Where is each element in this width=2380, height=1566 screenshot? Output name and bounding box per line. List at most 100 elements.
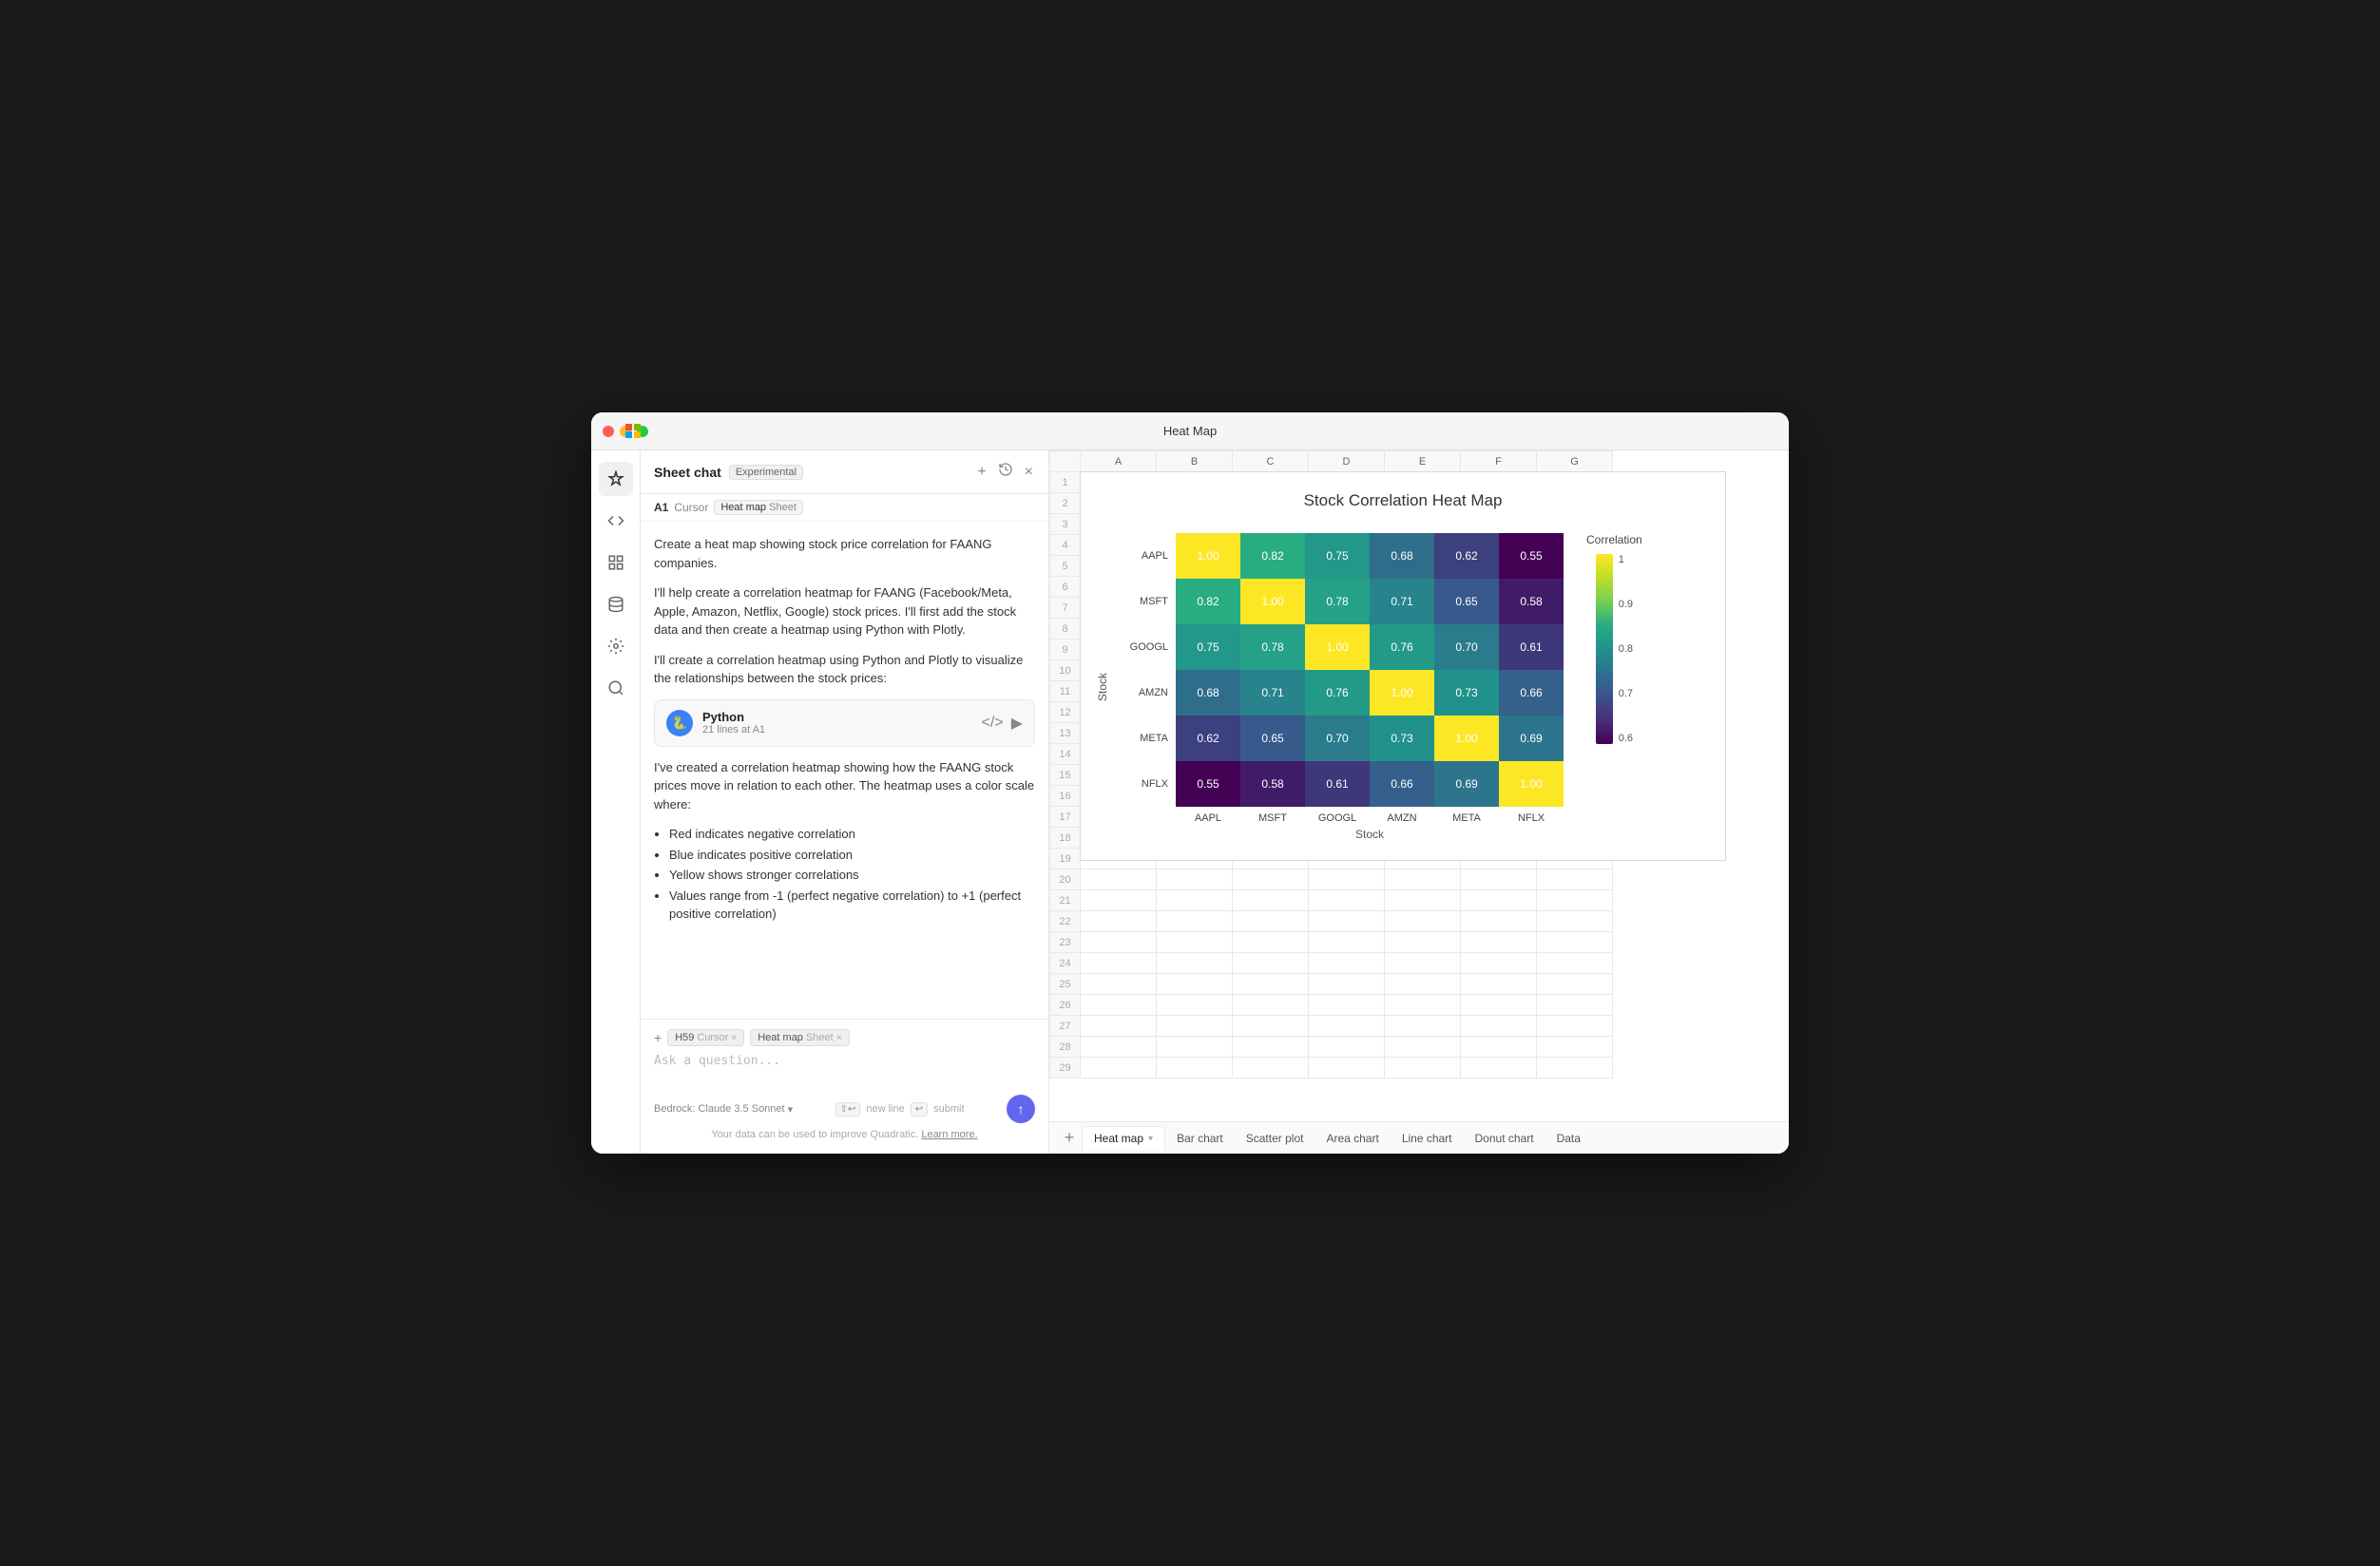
cell-E20[interactable] [1385,869,1461,890]
cell-F26[interactable] [1461,995,1537,1016]
cell-E24[interactable] [1385,953,1461,974]
sheet-tab-area-chart[interactable]: Area chart [1315,1126,1390,1151]
sheet-tab-line-chart[interactable]: Line chart [1391,1126,1464,1151]
cell-C22[interactable] [1233,911,1309,932]
cell-B28[interactable] [1157,1037,1233,1058]
cell-C24[interactable] [1233,953,1309,974]
cell-C23[interactable] [1233,932,1309,953]
cell-F25[interactable] [1461,974,1537,995]
cell-F28[interactable] [1461,1037,1537,1058]
cell-E25[interactable] [1385,974,1461,995]
code-run-icon[interactable]: ▶ [1011,714,1023,733]
sheet-tab-donut-chart[interactable]: Donut chart [1464,1126,1545,1151]
cell-D21[interactable] [1309,890,1385,911]
chat-input[interactable] [654,1054,1035,1082]
add-sheet-button[interactable]: + [1057,1126,1082,1151]
cursor-context-tag[interactable]: H59 Cursor × [667,1029,744,1046]
history-button[interactable] [996,460,1015,484]
cell-G28[interactable] [1537,1037,1613,1058]
cell-B29[interactable] [1157,1058,1233,1079]
cell-C25[interactable] [1233,974,1309,995]
sheet-tab-data[interactable]: Data [1545,1126,1592,1151]
sheet-tab-heat-map[interactable]: Heat map▾ [1082,1126,1165,1151]
sidebar-icon-grid[interactable] [599,545,633,580]
add-chat-button[interactable]: + [975,462,988,483]
sidebar-icon-code[interactable] [599,504,633,538]
cell-D20[interactable] [1309,869,1385,890]
cell-G21[interactable] [1537,890,1613,911]
cell-B26[interactable] [1157,995,1233,1016]
cell-D22[interactable] [1309,911,1385,932]
cell-F20[interactable] [1461,869,1537,890]
model-selector[interactable]: Bedrock: Claude 3.5 Sonnet ▾ [654,1103,793,1116]
sidebar-icon-sparkle[interactable] [599,462,633,496]
cell-B27[interactable] [1157,1016,1233,1037]
cell-C20[interactable] [1233,869,1309,890]
cell-A25[interactable] [1081,974,1157,995]
cell-F23[interactable] [1461,932,1537,953]
cell-D23[interactable] [1309,932,1385,953]
cell-A26[interactable] [1081,995,1157,1016]
cell-E22[interactable] [1385,911,1461,932]
sidebar-icon-database[interactable] [599,587,633,621]
sidebar-icon-search[interactable] [599,671,633,705]
cell-F22[interactable] [1461,911,1537,932]
cell-G20[interactable] [1537,869,1613,890]
cell-C29[interactable] [1233,1058,1309,1079]
cell-A24[interactable] [1081,953,1157,974]
learn-more-link[interactable]: Learn more. [921,1129,977,1140]
cell-C21[interactable] [1233,890,1309,911]
add-context-plus[interactable]: + [654,1030,662,1045]
cell-D29[interactable] [1309,1058,1385,1079]
cell-B24[interactable] [1157,953,1233,974]
cell-A27[interactable] [1081,1016,1157,1037]
sheet-tab-scatter-plot[interactable]: Scatter plot [1235,1126,1315,1151]
cell-B23[interactable] [1157,932,1233,953]
cell-G29[interactable] [1537,1058,1613,1079]
cell-F27[interactable] [1461,1016,1537,1037]
cell-E29[interactable] [1385,1058,1461,1079]
sidebar-icon-settings[interactable] [599,629,633,663]
cell-G27[interactable] [1537,1016,1613,1037]
cell-D27[interactable] [1309,1016,1385,1037]
cell-C26[interactable] [1233,995,1309,1016]
cell-E21[interactable] [1385,890,1461,911]
close-chat-button[interactable]: × [1023,462,1035,483]
submit-button[interactable]: ↑ [1007,1095,1035,1123]
cell-A21[interactable] [1081,890,1157,911]
cell-A23[interactable] [1081,932,1157,953]
cell-E27[interactable] [1385,1016,1461,1037]
cell-G26[interactable] [1537,995,1613,1016]
cell-A28[interactable] [1081,1037,1157,1058]
sheet-context-tag[interactable]: Heat map Sheet × [750,1029,849,1046]
cell-B21[interactable] [1157,890,1233,911]
cell-F21[interactable] [1461,890,1537,911]
cell-A29[interactable] [1081,1058,1157,1079]
cell-G23[interactable] [1537,932,1613,953]
cell-E23[interactable] [1385,932,1461,953]
cell-E28[interactable] [1385,1037,1461,1058]
cell-C28[interactable] [1233,1037,1309,1058]
close-button[interactable] [603,426,614,437]
cell-D26[interactable] [1309,995,1385,1016]
cell-F29[interactable] [1461,1058,1537,1079]
cursor-tag-close[interactable]: × [731,1033,737,1043]
code-view-icon[interactable]: </> [982,715,1004,732]
spreadsheet-grid[interactable]: A B C D E F G 1CHART23456789101112131415… [1049,450,1789,1121]
cell-C27[interactable] [1233,1016,1309,1037]
cell-D28[interactable] [1309,1037,1385,1058]
cell-G24[interactable] [1537,953,1613,974]
cell-B20[interactable] [1157,869,1233,890]
cell-A22[interactable] [1081,911,1157,932]
cell-F24[interactable] [1461,953,1537,974]
cell-E26[interactable] [1385,995,1461,1016]
cell-G25[interactable] [1537,974,1613,995]
cell-D25[interactable] [1309,974,1385,995]
cell-B25[interactable] [1157,974,1233,995]
cell-G22[interactable] [1537,911,1613,932]
cell-A20[interactable] [1081,869,1157,890]
sheet-tag-close[interactable]: × [836,1033,842,1043]
cell-D24[interactable] [1309,953,1385,974]
cell-B22[interactable] [1157,911,1233,932]
sheet-tab-bar-chart[interactable]: Bar chart [1165,1126,1235,1151]
